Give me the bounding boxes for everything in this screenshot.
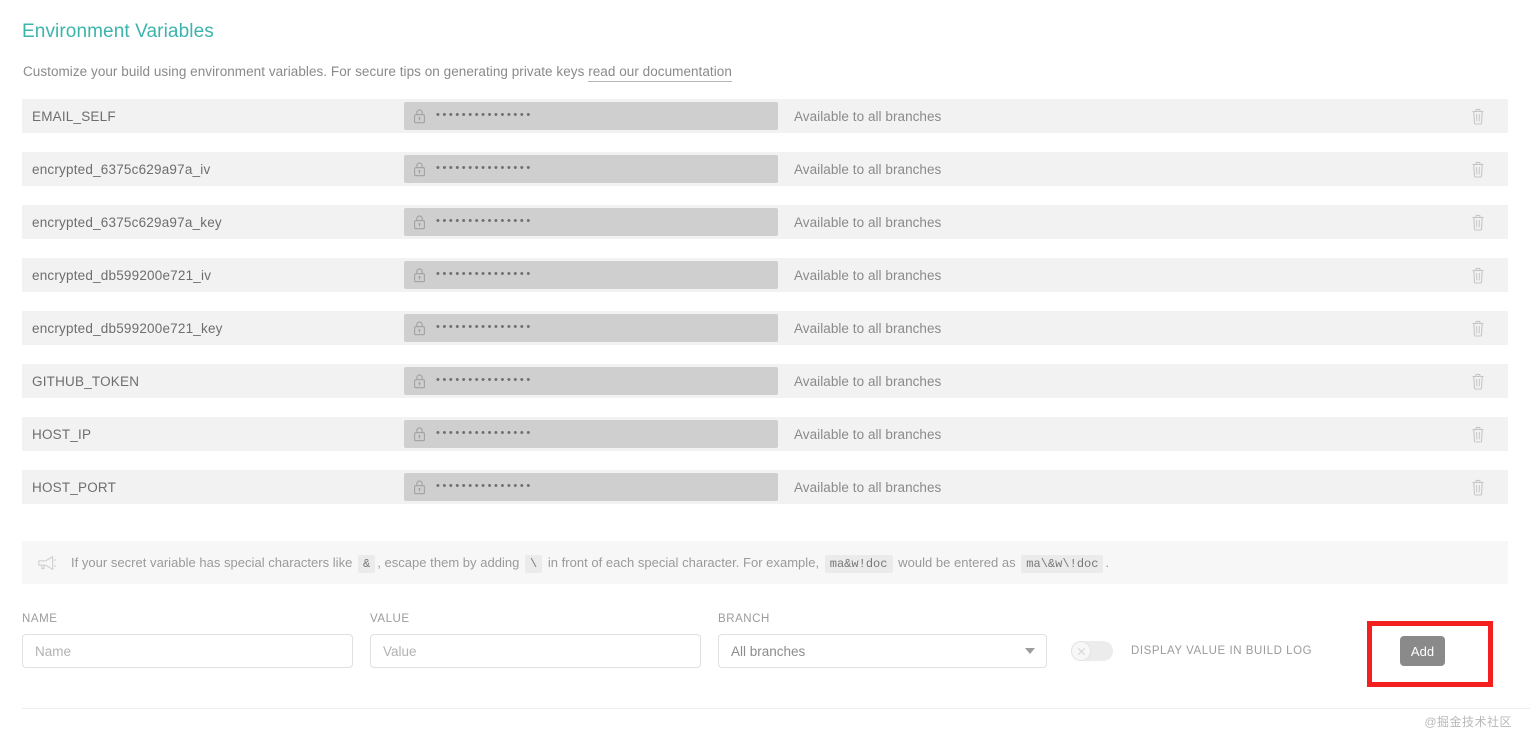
add-variable-form: NAME VALUE BRANCH All branches DISPLAY V… bbox=[22, 610, 1508, 687]
variable-branch-scope: Available to all branches bbox=[794, 479, 942, 495]
table-row: HOST_IP ••••••••••••••• Available to all b… bbox=[22, 417, 1508, 451]
special-characters-hint: If your secret variable has special char… bbox=[22, 541, 1508, 584]
hint-part-3: in front of each special character. For … bbox=[547, 554, 820, 570]
variable-value-masked: ••••••••••••••• bbox=[436, 161, 533, 174]
variable-value-field[interactable]: ••••••••••••••• bbox=[404, 314, 778, 342]
variable-branch-scope: Available to all branches bbox=[794, 426, 942, 442]
variable-name: EMAIL_SELF bbox=[32, 108, 116, 124]
trash-icon bbox=[1472, 479, 1484, 496]
variable-value-field[interactable]: ••••••••••••••• bbox=[404, 208, 778, 236]
close-icon bbox=[1077, 647, 1085, 655]
name-field-label: NAME bbox=[22, 613, 58, 625]
table-row: encrypted_db599200e721_key ••••••••••••••… bbox=[22, 311, 1508, 345]
lock-icon bbox=[414, 109, 425, 124]
lock-icon bbox=[414, 427, 425, 442]
variable-value-field[interactable]: ••••••••••••••• bbox=[404, 473, 778, 501]
lock-icon bbox=[414, 162, 425, 177]
trash-icon bbox=[1472, 373, 1484, 390]
environment-variables-table: EMAIL_SELF ••••••••••••••• Available to al… bbox=[22, 99, 1508, 523]
hint-part-1: If your secret variable has special char… bbox=[71, 554, 353, 570]
branch-field-label: BRANCH bbox=[718, 613, 770, 625]
hint-part-4: would be entered as bbox=[898, 554, 1016, 570]
hint-code-ampersand: & bbox=[358, 554, 376, 573]
table-row: GITHUB_TOKEN ••••••••••••••• Available to … bbox=[22, 364, 1508, 398]
variable-value-masked: ••••••••••••••• bbox=[436, 108, 533, 121]
delete-variable-button[interactable] bbox=[1448, 267, 1508, 284]
branch-select-box[interactable]: All branches bbox=[718, 634, 1047, 668]
branch-select-value: All branches bbox=[731, 643, 806, 659]
variable-value-field[interactable]: ••••••••••••••• bbox=[404, 155, 778, 183]
table-row: encrypted_6375c629a97a_iv •••••••••••••••… bbox=[22, 152, 1508, 186]
variable-branch-scope: Available to all branches bbox=[794, 373, 942, 389]
watermark: @掘金技术社区 bbox=[1424, 715, 1512, 729]
trash-icon bbox=[1472, 161, 1484, 178]
lock-icon bbox=[414, 268, 425, 283]
add-button[interactable]: Add bbox=[1400, 636, 1445, 666]
page-subtitle: Customize your build using environment v… bbox=[23, 64, 732, 82]
trash-icon bbox=[1472, 214, 1484, 231]
subtitle-text: Customize your build using environment v… bbox=[23, 64, 589, 79]
variable-value-field[interactable]: ••••••••••••••• bbox=[404, 102, 778, 130]
lock-icon bbox=[414, 215, 425, 230]
hint-code-example-escaped: ma\&w\!doc bbox=[1021, 554, 1104, 573]
page-title: Environment Variables bbox=[22, 21, 214, 42]
variable-branch-scope: Available to all branches bbox=[794, 320, 942, 336]
display-value-toggle[interactable] bbox=[1071, 641, 1113, 661]
variable-name: encrypted_db599200e721_key bbox=[32, 320, 223, 336]
variable-name: encrypted_6375c629a97a_iv bbox=[32, 161, 211, 177]
variable-branch-scope: Available to all branches bbox=[794, 161, 942, 177]
hint-part-5: . bbox=[1105, 554, 1110, 570]
footer-divider bbox=[22, 708, 1530, 709]
variable-value-field[interactable]: ••••••••••••••• bbox=[404, 367, 778, 395]
megaphone-icon bbox=[38, 555, 57, 570]
variable-value-masked: ••••••••••••••• bbox=[436, 320, 533, 333]
table-row: encrypted_6375c629a97a_key ••••••••••••••… bbox=[22, 205, 1508, 239]
variable-value-masked: ••••••••••••••• bbox=[436, 267, 533, 280]
display-value-toggle-label: DISPLAY VALUE IN BUILD LOG bbox=[1131, 645, 1313, 657]
delete-variable-button[interactable] bbox=[1448, 479, 1508, 496]
delete-variable-button[interactable] bbox=[1448, 161, 1508, 178]
chevron-down-icon bbox=[1025, 648, 1035, 654]
toggle-knob bbox=[1071, 641, 1091, 661]
trash-icon bbox=[1472, 267, 1484, 284]
hint-code-backslash: \ bbox=[525, 554, 543, 573]
delete-variable-button[interactable] bbox=[1448, 426, 1508, 443]
value-field-label: VALUE bbox=[370, 613, 410, 625]
variable-value-masked: ••••••••••••••• bbox=[436, 214, 533, 227]
value-input[interactable] bbox=[370, 634, 701, 668]
name-input[interactable] bbox=[22, 634, 353, 668]
variable-name: encrypted_6375c629a97a_key bbox=[32, 214, 222, 230]
trash-icon bbox=[1472, 426, 1484, 443]
read-documentation-link[interactable]: read our documentation bbox=[588, 64, 732, 82]
table-row: EMAIL_SELF ••••••••••••••• Available to al… bbox=[22, 99, 1508, 133]
branch-select[interactable]: All branches bbox=[718, 634, 1047, 668]
table-row: encrypted_db599200e721_iv •••••••••••••••… bbox=[22, 258, 1508, 292]
variable-name: GITHUB_TOKEN bbox=[32, 373, 140, 389]
variable-value-masked: ••••••••••••••• bbox=[436, 426, 533, 439]
delete-variable-button[interactable] bbox=[1448, 373, 1508, 390]
hint-part-2: , escape them by adding bbox=[377, 554, 520, 570]
lock-icon bbox=[414, 374, 425, 389]
lock-icon bbox=[414, 321, 425, 336]
hint-text: If your secret variable has special char… bbox=[71, 554, 1110, 573]
variable-value-masked: ••••••••••••••• bbox=[436, 479, 533, 492]
hint-code-example-raw: ma&w!doc bbox=[824, 554, 893, 573]
delete-variable-button[interactable] bbox=[1448, 108, 1508, 125]
environment-variables-page: Environment Variables Customize your bui… bbox=[0, 0, 1530, 745]
lock-icon bbox=[414, 480, 425, 495]
delete-variable-button[interactable] bbox=[1448, 214, 1508, 231]
variable-name: encrypted_db599200e721_iv bbox=[32, 267, 212, 283]
variable-value-field[interactable]: ••••••••••••••• bbox=[404, 261, 778, 289]
variable-branch-scope: Available to all branches bbox=[794, 214, 942, 230]
variable-branch-scope: Available to all branches bbox=[794, 108, 942, 124]
variable-name: HOST_IP bbox=[32, 426, 92, 442]
trash-icon bbox=[1472, 108, 1484, 125]
variable-name: HOST_PORT bbox=[32, 479, 117, 495]
delete-variable-button[interactable] bbox=[1448, 320, 1508, 337]
table-row: HOST_PORT ••••••••••••••• Available to all… bbox=[22, 470, 1508, 504]
variable-branch-scope: Available to all branches bbox=[794, 267, 942, 283]
trash-icon bbox=[1472, 320, 1484, 337]
variable-value-field[interactable]: ••••••••••••••• bbox=[404, 420, 778, 448]
variable-value-masked: ••••••••••••••• bbox=[436, 373, 533, 386]
